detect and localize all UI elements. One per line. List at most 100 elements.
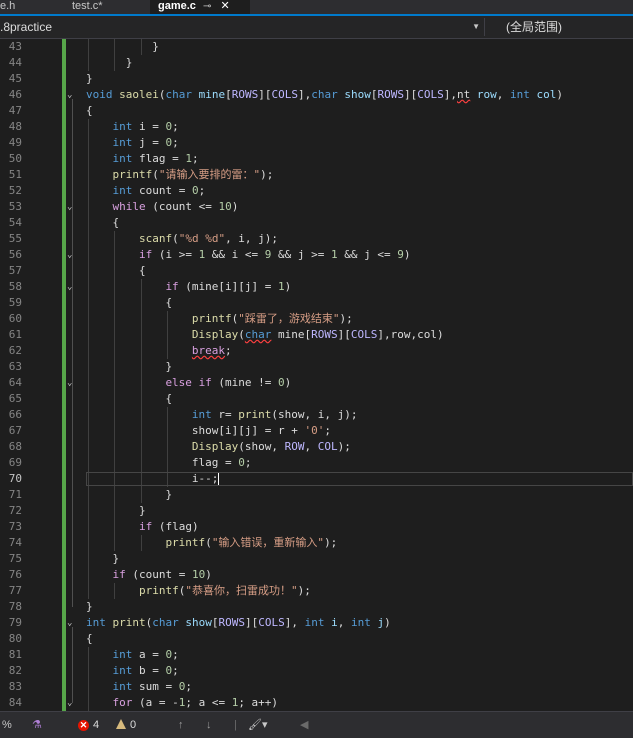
code-line[interactable]: while (count <= 10) (112, 199, 238, 215)
tab-game-c[interactable]: game.c ⊸ ✕ (150, 0, 250, 14)
code-editor[interactable]: 43 44 45 46 ⌄ 47 48 49 50 51 52 53 ⌄ 54 55 56 ⌄ 57 58 ⌄ 59 60… (0, 39, 633, 711)
code-line[interactable]: else if (mine != 0) (165, 375, 291, 391)
code-line[interactable]: { (112, 215, 119, 231)
tab-header-file[interactable]: e.h (0, 0, 62, 14)
code-line[interactable]: } (139, 503, 146, 519)
code-line[interactable]: if (count = 10) (112, 567, 211, 583)
code-line[interactable]: flag = 0; (192, 455, 252, 471)
code-line[interactable]: { (165, 295, 172, 311)
project-dropdown[interactable]: .8practice ▼ (0, 18, 485, 36)
code-token: int (86, 616, 106, 629)
code-token: int (112, 680, 133, 693)
line-number: 53 (8, 200, 22, 213)
warning-count[interactable]: 0 (116, 718, 136, 732)
close-icon[interactable]: ✕ (220, 0, 229, 12)
code-line[interactable]: if (mine[i][j] = 1) (165, 279, 291, 295)
code-token: } (112, 552, 120, 565)
code-line[interactable]: { (139, 263, 146, 279)
line-number: 74 (8, 536, 22, 549)
code-token: break (191, 344, 226, 357)
code-line[interactable]: int j = 0; (112, 135, 178, 151)
copilot-icon[interactable]: ⚗ (32, 718, 42, 732)
code-line[interactable]: int i = 0; (112, 119, 178, 135)
code-line[interactable]: if (flag) (139, 519, 199, 535)
line-number: 61 (8, 328, 22, 341)
code-line[interactable]: printf("输入错误，重新输入"); (165, 535, 337, 551)
code-token: , (496, 88, 510, 101)
indent-guide (114, 391, 116, 407)
code-line[interactable]: show[i][j] = r + '0'; (192, 423, 331, 439)
indent-guide (140, 535, 142, 551)
code-token: } (125, 56, 133, 69)
code-line[interactable]: int r= print(show, i, j); (192, 407, 358, 423)
code-line[interactable]: printf("请输入要排的雷："); (112, 167, 273, 183)
indent-guide (88, 567, 89, 583)
error-count[interactable]: ✕ 4 (78, 718, 99, 732)
code-token: ][ (404, 88, 418, 101)
indent-guide (114, 327, 116, 343)
code-token: int (112, 152, 133, 165)
brush-icon[interactable]: 🖌▾ (248, 718, 268, 732)
code-line[interactable]: int sum = 0; (112, 679, 191, 695)
indent-guide (114, 519, 116, 535)
code-token: ; a++) (238, 696, 279, 709)
line-number-gutter: 43 44 45 46 ⌄ 47 48 49 50 51 52 53 ⌄ 54 55 56 ⌄ 57 58 ⌄ 59 60… (0, 39, 84, 711)
code-line[interactable]: } (86, 71, 93, 87)
scroll-left-icon[interactable]: ◀ (300, 718, 308, 732)
code-line[interactable]: if (i >= 1 && i <= 9 && j >= 1 && j <= 9… (139, 247, 411, 263)
tab-test-c[interactable]: test.c* (72, 0, 150, 14)
code-token: { (165, 392, 173, 405)
code-line[interactable]: } (112, 551, 119, 567)
warning-count-label: 0 (130, 719, 137, 731)
code-line[interactable]: void saolei(char mine[ROWS][COLS],char s… (86, 87, 563, 103)
indent-guide (114, 279, 116, 295)
code-line[interactable]: Display(show, ROW, COL); (192, 439, 351, 455)
project-name: .8practice (0, 20, 53, 34)
code-token: int (112, 184, 133, 197)
code-line[interactable]: { (86, 631, 93, 647)
code-line[interactable]: } (165, 359, 172, 375)
code-token: ; (172, 648, 179, 661)
code-line[interactable]: printf("踩雷了，游戏结束"); (192, 311, 353, 327)
code-token: int (304, 616, 325, 629)
indent-guide (88, 487, 89, 503)
code-line[interactable]: } (126, 55, 133, 71)
line-number: 46 (8, 88, 22, 101)
code-line[interactable]: Display(char mine[ROWS][COLS],row,col) (192, 327, 444, 343)
indent-guide (88, 295, 89, 311)
code-line[interactable]: int count = 0; (112, 183, 205, 199)
code-line[interactable]: scanf("%d %d", i, j); (139, 231, 278, 247)
code-line[interactable]: printf("恭喜你，扫雷成功！"); (139, 583, 311, 599)
indent-guide (88, 263, 89, 279)
code-token: char (244, 328, 272, 341)
code-line[interactable]: int b = 0; (112, 663, 178, 679)
code-token: ; (172, 664, 179, 677)
code-line[interactable]: { (165, 391, 172, 407)
code-line[interactable]: } (86, 599, 93, 615)
scope-dropdown[interactable]: (全局范围) (506, 18, 633, 36)
indent-guide (88, 231, 89, 247)
code-line[interactable]: } (165, 487, 172, 503)
pin-icon[interactable]: ⊸ (203, 1, 211, 12)
code-line[interactable]: break; (192, 343, 232, 359)
code-token: printf (138, 584, 179, 597)
code-token: , (337, 616, 351, 629)
warning-icon (116, 719, 126, 729)
code-token: sum = (132, 680, 179, 693)
code-token: ( (172, 232, 179, 245)
code-line[interactable]: { (86, 103, 93, 119)
code-line[interactable]: int a = 0; (112, 647, 178, 663)
code-token: ) (403, 248, 411, 261)
code-token: ); (339, 312, 353, 325)
code-line[interactable]: int print(char show[ROWS][COLS], int i, … (86, 615, 391, 631)
indent-guide (167, 423, 169, 439)
arrow-up-icon[interactable]: ↑ (178, 718, 184, 732)
arrow-down-icon[interactable]: ↓ (206, 718, 212, 732)
code-line[interactable]: } (152, 39, 159, 55)
code-token: int (112, 648, 133, 661)
code-token: i = (132, 120, 166, 133)
code-line[interactable]: int flag = 1; (112, 151, 198, 167)
zoom-level[interactable]: % (2, 718, 12, 732)
code-line[interactable]: for (a = -1; a <= 1; a++) (112, 695, 278, 711)
code-token: flag = (132, 152, 186, 165)
